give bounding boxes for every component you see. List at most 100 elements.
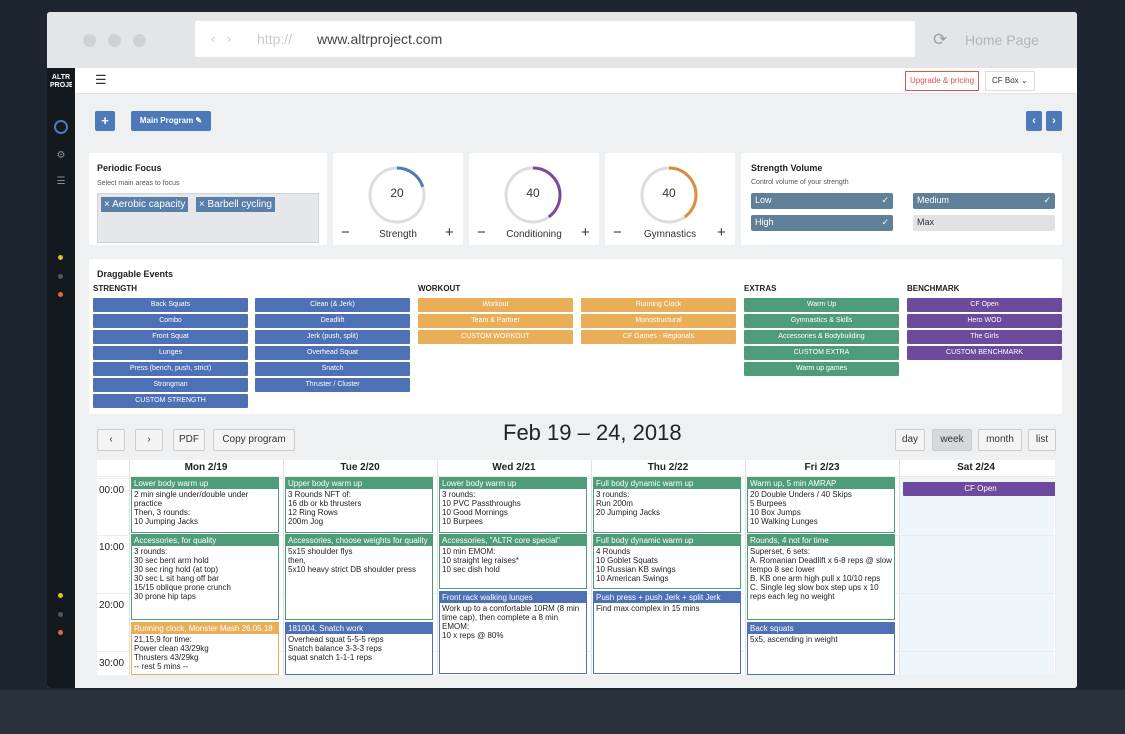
strength-event[interactable]: CUSTOM STRENGTH: [93, 394, 248, 408]
workout-event[interactable]: CUSTOM WORKOUT: [418, 330, 573, 344]
view-list-button[interactable]: list: [1028, 429, 1056, 451]
calendar-event[interactable]: 181004, Snatch work Overhead squat 5-5-5 …: [285, 622, 433, 675]
day-header[interactable]: Tue 2/20: [285, 462, 435, 476]
week-calendar: Mon 2/19 Tue 2/20 Wed 2/21 Thu 2/22 Fri 2/23…: [97, 460, 1055, 675]
strength-value: 20: [390, 186, 404, 200]
event-details: 3 rounds: 10 PVC Passthroughs 10 Good Mo…: [442, 490, 521, 526]
strength-event[interactable]: Thruster / Cluster: [255, 378, 410, 392]
extras-event[interactable]: CUSTOM EXTRA: [744, 346, 899, 360]
calendar-event[interactable]: Accessories, for quality 3 rounds: 30 sec…: [131, 534, 279, 620]
workout-event[interactable]: Workout: [418, 298, 573, 312]
calendar-event[interactable]: CF Open: [903, 482, 1055, 496]
calendar-event[interactable]: Lower body warm up 2 min single under/dou…: [131, 477, 279, 533]
check-icon: ✓: [881, 217, 889, 227]
window-dot[interactable]: [133, 34, 146, 47]
focus-tag[interactable]: × Aerobic capacity: [101, 197, 189, 212]
strength-event[interactable]: Press (bench, push, strict): [93, 362, 248, 376]
list-icon[interactable]: ☰: [47, 176, 75, 187]
calendar-event[interactable]: Upper body warm up 3 Rounds NFT of: 16 db…: [285, 477, 433, 533]
next-program-button[interactable]: ›: [1046, 111, 1062, 131]
check-icon: ✓: [881, 195, 889, 205]
benchmark-event[interactable]: CUSTOM BENCHMARK: [907, 346, 1062, 360]
window-dot[interactable]: [83, 34, 96, 47]
calendar-event[interactable]: Full body dynamic warm up 3 rounds: Run 2…: [593, 477, 741, 533]
logo[interactable]: ALTR PROJECT: [47, 74, 75, 90]
day-header[interactable]: Wed 2/21: [439, 462, 589, 476]
benchmark-event[interactable]: CF Open: [907, 298, 1062, 312]
calendar-event[interactable]: Full body dynamic warm up 4 Rounds 10 Gob…: [593, 534, 741, 589]
pdf-button[interactable]: PDF: [173, 429, 205, 451]
day-header[interactable]: Thu 2/22: [593, 462, 743, 476]
main-program-button[interactable]: Main Program ✎: [131, 111, 211, 131]
strength-event[interactable]: Lunges: [93, 346, 248, 360]
calendar-event[interactable]: Push press + push Jerk + split Jerk Find …: [593, 591, 741, 674]
strength-event[interactable]: Snatch: [255, 362, 410, 376]
reload-icon[interactable]: ⟳: [933, 30, 947, 50]
strength-event[interactable]: Overhead Squat: [255, 346, 410, 360]
copy-program-button[interactable]: Copy program: [213, 429, 295, 451]
calendar-next-button[interactable]: ›: [135, 429, 163, 451]
view-week-button[interactable]: week: [932, 429, 972, 451]
back-forward-icon[interactable]: ‹ ›: [211, 31, 235, 46]
gymnastics-plus-button[interactable]: +: [717, 224, 726, 241]
column-divider: [283, 460, 284, 675]
url-text[interactable]: www.altrproject.com: [317, 31, 442, 47]
event-title: Accessories, choose weights for quality: [286, 535, 432, 546]
strength-event[interactable]: Clean (& Jerk): [255, 298, 410, 312]
hamburger-icon[interactable]: ☰: [95, 72, 107, 88]
volume-high-option[interactable]: High ✓: [751, 215, 893, 231]
volume-low-option[interactable]: Low ✓: [751, 193, 893, 209]
focus-tag[interactable]: × Barbell cycling: [195, 197, 275, 212]
calendar-prev-button[interactable]: ‹: [97, 429, 125, 451]
calendar-event[interactable]: Accessories, choose weights for quality 5…: [285, 534, 433, 620]
strength-event[interactable]: Front Squat: [93, 330, 248, 344]
event-details: Overhead squat 5-5-5 reps Snatch balance…: [288, 635, 384, 662]
view-day-button[interactable]: day: [895, 429, 925, 451]
volume-max-option[interactable]: Max: [913, 215, 1055, 231]
column-divider: [591, 460, 592, 675]
day-header[interactable]: Fri 2/23: [747, 462, 897, 476]
extras-event[interactable]: Warm Up: [744, 298, 899, 312]
home-page-link[interactable]: Home Page: [965, 32, 1039, 48]
day-header[interactable]: Sat 2/24: [901, 462, 1051, 476]
volume-medium-option[interactable]: Medium ✓: [913, 193, 1055, 209]
app-main: ☰ Upgrade & pricing CF Box ⌄ + Main Prog…: [75, 68, 1077, 688]
strength-event[interactable]: Jerk (push, split): [255, 330, 410, 344]
view-month-button[interactable]: month: [978, 429, 1022, 451]
periodic-focus-subtitle: Select main areas to focus: [97, 180, 180, 187]
extras-event[interactable]: Warm up games: [744, 362, 899, 376]
address-bar[interactable]: ‹ › http:// www.altrproject.com: [195, 21, 915, 57]
calendar-event[interactable]: Accessories, "ALTR core special" 10 min E…: [439, 534, 587, 589]
add-button[interactable]: +: [95, 111, 115, 131]
calendar-event[interactable]: Back squats 5x5, ascending in weight: [747, 622, 895, 675]
prev-program-button[interactable]: ‹: [1026, 111, 1042, 131]
workout-event[interactable]: Monostructural: [581, 314, 736, 328]
day-header[interactable]: Mon 2/19: [131, 462, 281, 476]
workout-event[interactable]: Team & Partner: [418, 314, 573, 328]
extras-event[interactable]: Gymnastics & Skills: [744, 314, 899, 328]
upgrade-button[interactable]: Upgrade & pricing: [905, 71, 980, 91]
workout-event[interactable]: CF Games - Regionals: [581, 330, 736, 344]
extras-event[interactable]: Accessories & Bodybuilding: [744, 330, 899, 344]
strength-event[interactable]: Strongman: [93, 378, 248, 392]
strength-plus-button[interactable]: +: [445, 224, 454, 241]
time-slot-label: 20:00: [99, 600, 125, 611]
conditioning-plus-button[interactable]: +: [581, 224, 590, 241]
calendar-nav-icon[interactable]: [54, 120, 68, 134]
calendar-event[interactable]: Running clock, Monster Mash 26.05.18 21,1…: [131, 622, 279, 675]
box-selector[interactable]: CF Box ⌄: [985, 71, 1035, 91]
benchmark-event[interactable]: Hero WOD: [907, 314, 1062, 328]
strength-event[interactable]: Deadlift: [255, 314, 410, 328]
workout-event[interactable]: Running Clock: [581, 298, 736, 312]
focus-tag-input[interactable]: × Aerobic capacity × Barbell cycling: [97, 193, 319, 243]
strength-event[interactable]: Back Squats: [93, 298, 248, 312]
strength-event[interactable]: Combo: [93, 314, 248, 328]
calendar-event[interactable]: Rounds, 4 not for time Superset, 6 sets: …: [747, 534, 895, 620]
benchmark-event[interactable]: The Girls: [907, 330, 1062, 344]
strength-section-title: STRENGTH: [93, 284, 137, 293]
calendar-event[interactable]: Warm up, 5 min AMRAP 20 Double Unders / 4…: [747, 477, 895, 533]
gear-icon[interactable]: ⚙: [47, 150, 75, 161]
calendar-event[interactable]: Lower body warm up 3 rounds: 10 PVC Passt…: [439, 477, 587, 533]
window-dot[interactable]: [108, 34, 121, 47]
calendar-event[interactable]: Front rack walking lunges Work up to a co…: [439, 591, 587, 674]
